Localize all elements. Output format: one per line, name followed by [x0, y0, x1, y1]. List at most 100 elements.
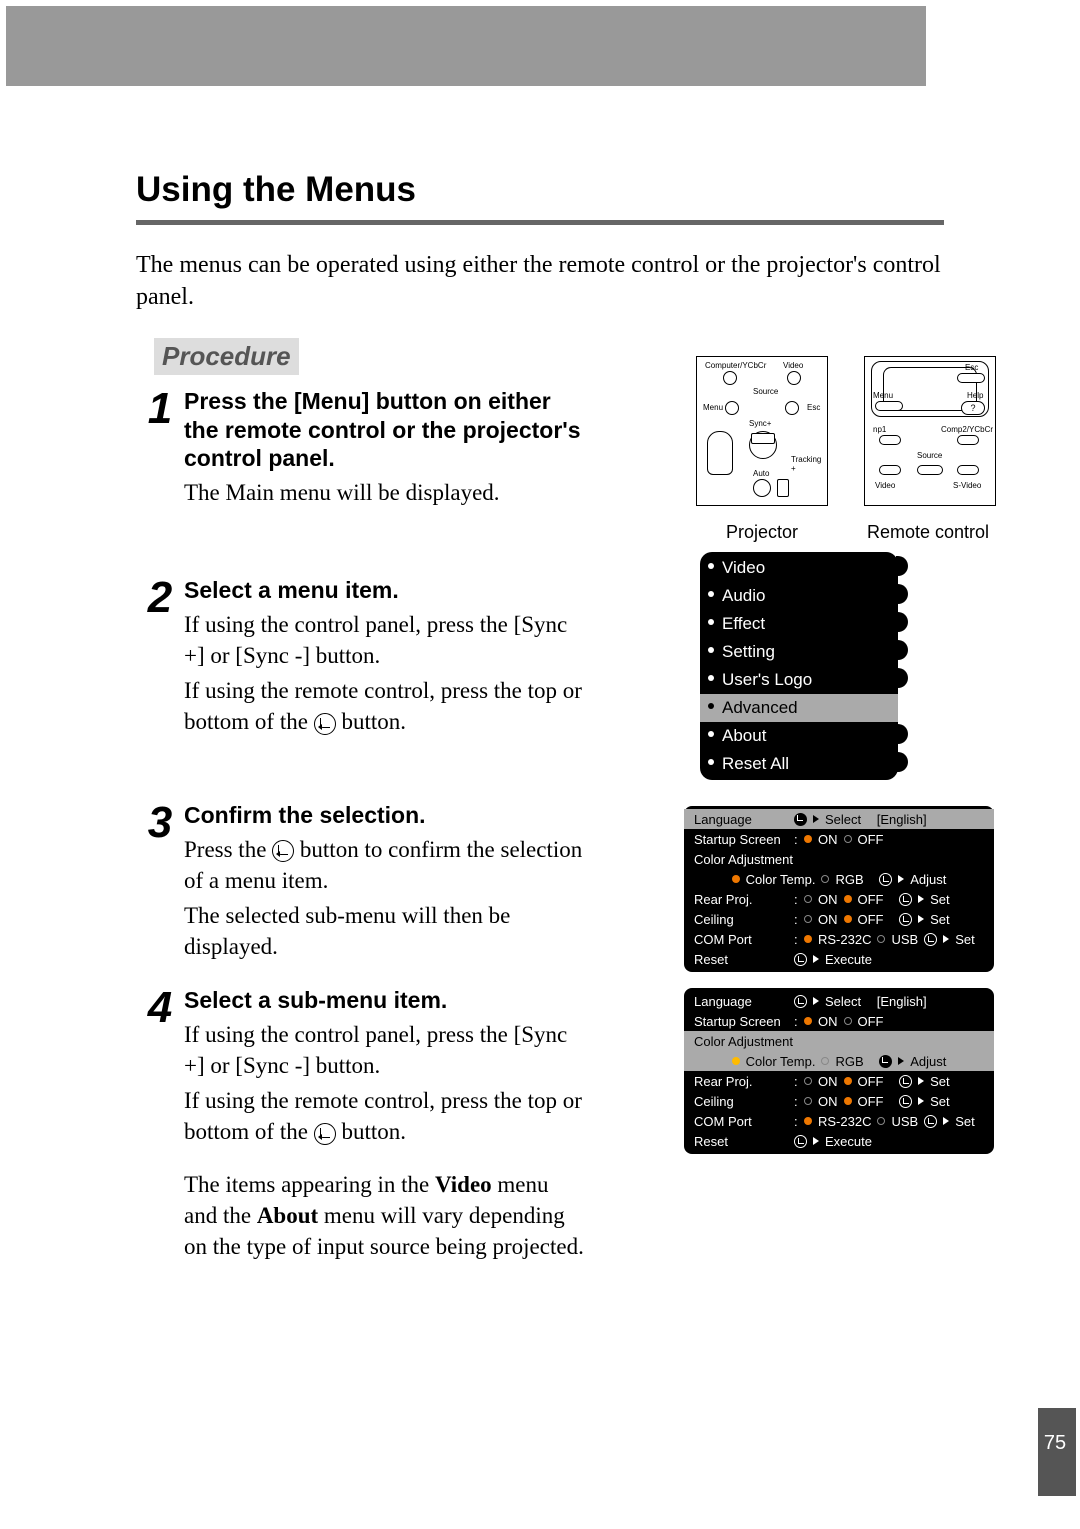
- step-note: The items appearing in the Video menu an…: [184, 1169, 584, 1262]
- enter-icon: [314, 713, 336, 735]
- enter-icon: [899, 1075, 912, 1088]
- procedure-heading: Procedure: [154, 338, 299, 375]
- row-reset: Reset Execute: [684, 949, 994, 969]
- enter-icon: [899, 893, 912, 906]
- enter-icon: [272, 840, 294, 862]
- menu-item-advanced: Advanced: [700, 694, 898, 722]
- step-text: The selected sub-menu will then be displ…: [184, 900, 584, 962]
- row-startup: Startup Screen: ONOFF: [684, 1011, 994, 1031]
- enter-icon: [794, 813, 807, 826]
- radio-icon: [821, 1057, 829, 1065]
- radio-icon: [821, 875, 829, 883]
- projector-diagram: Computer/YCbCr Video Source Menu Esc Syn…: [696, 356, 828, 506]
- menu-item-userslogo: User's Logo: [700, 666, 898, 694]
- step-title: Select a menu item.: [184, 576, 584, 605]
- enter-icon: [314, 1123, 336, 1145]
- enter-icon: [879, 1055, 892, 1068]
- step-title: Select a sub-menu item.: [184, 986, 584, 1015]
- title-rule: [136, 220, 944, 225]
- step-text: Press the button to confirm the selectio…: [184, 834, 584, 896]
- step-number: 4: [136, 986, 184, 1262]
- radio-icon: [804, 1117, 812, 1125]
- shift-button-icon: [777, 479, 789, 497]
- arrow-right-icon: [813, 997, 819, 1005]
- enter-icon: [899, 913, 912, 926]
- step-number: 2: [136, 576, 184, 737]
- enter-icon: [899, 1095, 912, 1108]
- menu-button-icon: [875, 401, 903, 411]
- arrow-right-icon: [813, 815, 819, 823]
- enter-icon: [924, 933, 937, 946]
- arrow-right-icon: [813, 1137, 819, 1145]
- page-title: Using the Menus: [136, 170, 944, 210]
- row-com: COM Port: RS-232CUSBSet: [684, 1111, 994, 1131]
- esc-button-icon: [785, 401, 799, 415]
- comp1-button-icon: [879, 435, 901, 445]
- row-coloradj: Color Adjustment: [684, 1031, 994, 1051]
- enter-icon: [794, 953, 807, 966]
- radio-icon: [804, 915, 812, 923]
- row-coloradj: Color Adjustment: [684, 849, 994, 869]
- projector-label: Projector: [682, 522, 842, 543]
- radio-icon: [844, 1017, 852, 1025]
- menu-button-icon: [725, 401, 739, 415]
- row-reset: Reset Execute: [684, 1131, 994, 1151]
- menu-item-audio: Audio: [700, 582, 898, 610]
- row-coloradj-opts: Color Temp.RGB Adjust: [684, 869, 994, 889]
- remote-diagram: Esc Menu Help ? np1 Comp2/YCbCr Source V…: [864, 356, 996, 506]
- arrow-right-icon: [918, 915, 924, 923]
- radio-icon: [844, 1097, 852, 1105]
- enter-icon: [924, 1115, 937, 1128]
- intro-text: The menus can be operated using either t…: [136, 249, 944, 314]
- thumb-icon: [707, 431, 733, 475]
- page-number: 75: [1042, 1432, 1068, 1455]
- computer-button-icon: [723, 371, 737, 385]
- step-text: If using the control panel, press the [S…: [184, 609, 584, 671]
- radio-icon: [804, 895, 812, 903]
- menu-item-video: Video: [700, 554, 898, 582]
- step-text: If using the control panel, press the [S…: [184, 1019, 584, 1081]
- radio-icon: [732, 1057, 740, 1065]
- arrow-right-icon: [943, 935, 949, 943]
- radio-icon: [844, 915, 852, 923]
- row-com: COM Port: RS-232CUSBSet: [684, 929, 994, 949]
- arrow-right-icon: [918, 1077, 924, 1085]
- step-text: If using the remote control, press the t…: [184, 675, 584, 737]
- help-button-icon: ?: [961, 401, 985, 415]
- step-text: The Main menu will be displayed.: [184, 477, 584, 508]
- radio-icon: [804, 835, 812, 843]
- row-language: Language Select [English]: [684, 991, 994, 1011]
- radio-icon: [877, 935, 885, 943]
- radio-icon: [844, 895, 852, 903]
- row-ceiling: Ceiling: ONOFF Set: [684, 909, 994, 929]
- row-ceiling: Ceiling: ONOFF Set: [684, 1091, 994, 1111]
- row-rear: Rear Proj.: ONOFF Set: [684, 889, 994, 909]
- arrow-right-icon: [918, 1097, 924, 1105]
- main-menu: Video Audio Effect Setting User's Logo A…: [700, 552, 898, 780]
- step-title: Press the [Menu] button on either the re…: [184, 387, 584, 473]
- radio-icon: [804, 935, 812, 943]
- comp2-button-icon: [957, 435, 979, 445]
- radio-icon: [804, 1097, 812, 1105]
- radio-icon: [732, 875, 740, 883]
- arrow-right-icon: [943, 1117, 949, 1125]
- remote-label: Remote control: [848, 522, 1008, 543]
- radio-icon: [844, 835, 852, 843]
- arrow-right-icon: [898, 875, 904, 883]
- menu-item-setting: Setting: [700, 638, 898, 666]
- header-band: [6, 6, 926, 86]
- radio-icon: [844, 1077, 852, 1085]
- video-button-icon: [787, 371, 801, 385]
- radio-icon: [804, 1077, 812, 1085]
- enter-icon: [794, 1135, 807, 1148]
- menu-item-effect: Effect: [700, 610, 898, 638]
- row-rear: Rear Proj.: ONOFF Set: [684, 1071, 994, 1091]
- radio-icon: [804, 1017, 812, 1025]
- step-title: Confirm the selection.: [184, 801, 584, 830]
- row-coloradj-opts: Color Temp.RGB Adjust: [684, 1051, 994, 1071]
- arrow-right-icon: [813, 955, 819, 963]
- row-language: Language Select [English]: [684, 809, 994, 829]
- auto-enter-icon: [753, 479, 771, 497]
- row-startup: Startup Screen: ONOFF: [684, 829, 994, 849]
- menu-item-resetall: Reset All: [700, 750, 898, 778]
